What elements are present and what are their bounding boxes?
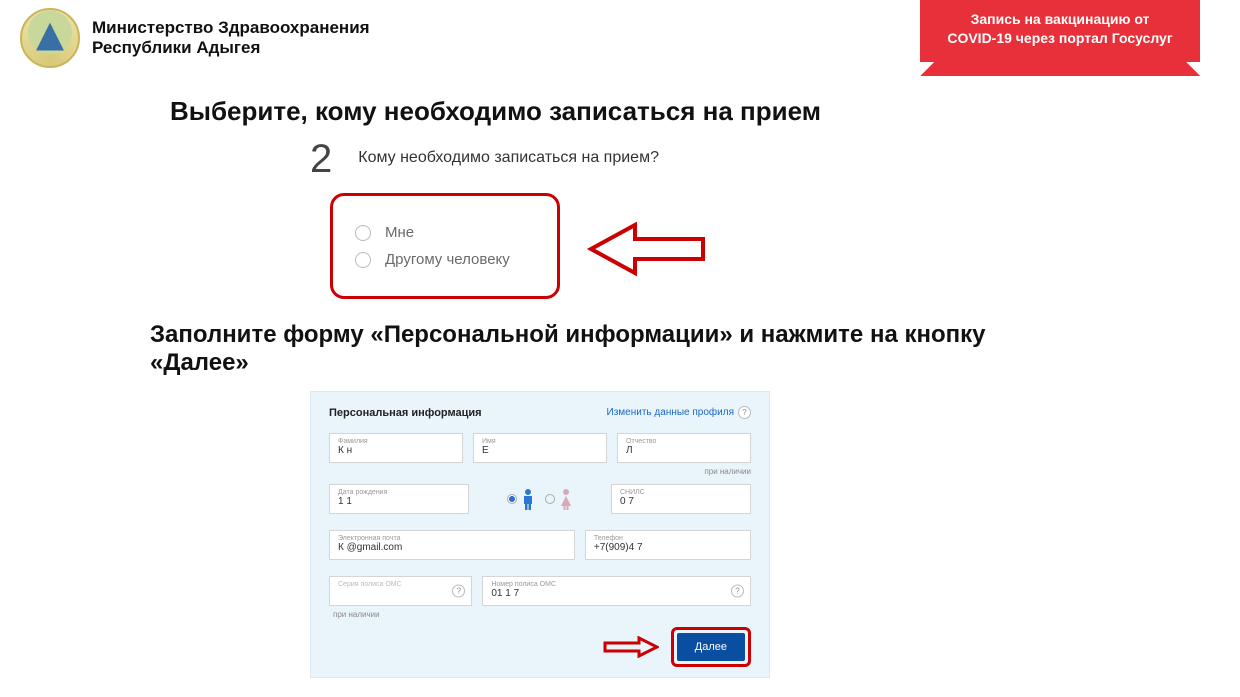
arrow-left-icon — [585, 221, 705, 277]
gender-female[interactable] — [545, 488, 573, 510]
next-button[interactable]: Далее — [677, 633, 745, 661]
email-field[interactable]: Электронная почта К @gmail.com — [329, 530, 575, 560]
oms-number-field[interactable]: Номер полиса ОМС 01 1 7 ? — [482, 576, 751, 606]
ministry-line2: Республики Адыгея — [92, 38, 370, 58]
lastname-field[interactable]: Фамилия К н — [329, 433, 463, 463]
radio-label-other: Другому человеку — [385, 251, 510, 268]
oms-series-field[interactable]: Серия полиса ОМС ? — [329, 576, 472, 606]
banner-line1: Запись на вакцинацию от — [940, 10, 1180, 29]
phone-field[interactable]: Телефон +7(909)4 7 — [585, 530, 751, 560]
ministry-line1: Министерство Здравоохранения — [92, 18, 370, 38]
female-icon — [559, 488, 573, 510]
covid-banner: Запись на вакцинацию от COVID-19 через п… — [920, 0, 1200, 62]
radio-icon — [545, 494, 555, 504]
gender-selector[interactable] — [479, 484, 601, 514]
arrow-right-icon — [603, 636, 659, 658]
step-question: Кому необходимо записаться на прием? — [358, 139, 659, 167]
optional-note: при наличии — [329, 467, 751, 476]
step-2-header: 2 Кому необходимо записаться на прием? — [310, 139, 1070, 179]
gender-male[interactable] — [507, 488, 535, 510]
next-highlight-box: Далее — [671, 627, 751, 667]
help-icon: ? — [452, 585, 465, 598]
personal-info-form: Персональная информация Изменить данные … — [310, 391, 770, 678]
instruction-form-title: Заполните форму «Персональной информации… — [150, 321, 1070, 377]
help-icon: ? — [731, 585, 744, 598]
form-title: Персональная информация — [329, 407, 482, 419]
help-icon: ? — [738, 406, 751, 419]
radio-option-other[interactable]: Другому человеку — [355, 251, 535, 268]
patronymic-field[interactable]: Отчество Л — [617, 433, 751, 463]
step-number: 2 — [310, 139, 332, 179]
radio-icon — [507, 494, 517, 504]
edit-profile-link[interactable]: Изменить данные профиля ? — [607, 406, 751, 419]
dob-field[interactable]: Дата рождения 1 1 — [329, 484, 469, 514]
radio-icon — [355, 252, 371, 268]
snils-field[interactable]: СНИЛС 0 7 — [611, 484, 751, 514]
optional-note: при наличии — [333, 610, 751, 619]
radio-icon — [355, 225, 371, 241]
ministry-name: Министерство Здравоохранения Республики … — [92, 18, 370, 59]
choice-highlight-box: Мне Другому человеку — [330, 193, 560, 299]
crest-logo — [20, 8, 80, 68]
radio-option-me[interactable]: Мне — [355, 224, 535, 241]
firstname-field[interactable]: Имя Е — [473, 433, 607, 463]
male-icon — [521, 488, 535, 510]
banner-line2: COVID-19 через портал Госуслуг — [940, 29, 1180, 48]
radio-label-me: Мне — [385, 224, 414, 241]
instruction-choose-title: Выберите, кому необходимо записаться на … — [170, 96, 1070, 127]
